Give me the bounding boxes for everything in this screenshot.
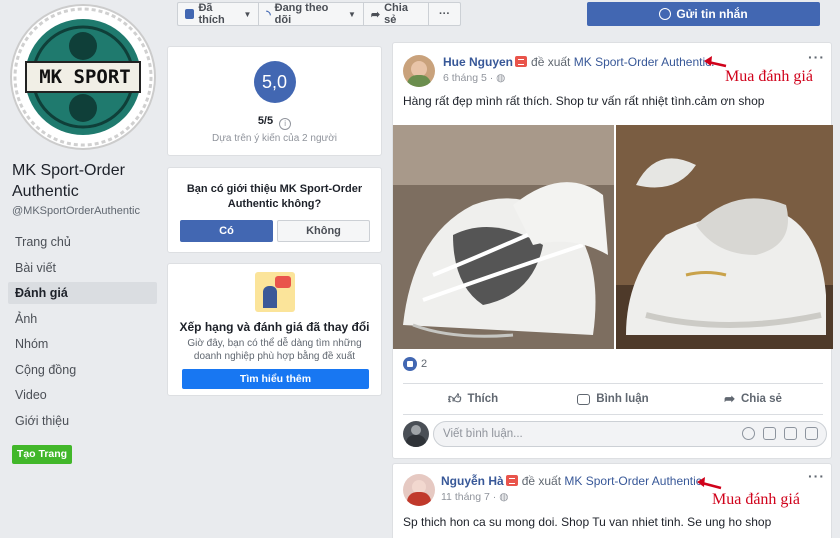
- recommend-no-button[interactable]: Không: [277, 220, 370, 242]
- comment-input[interactable]: Viết bình luận...: [433, 421, 827, 447]
- rating-score-badge: 5,0: [253, 61, 296, 103]
- page-handle[interactable]: @MKSportOrderAuthentic: [12, 205, 140, 217]
- post-meta: 6 tháng 5 · ◍: [443, 72, 506, 84]
- following-label: Đang theo dõi: [274, 2, 329, 26]
- recommend-yes-button[interactable]: Có: [180, 220, 273, 242]
- author-name[interactable]: Nguyễn Hà: [441, 474, 504, 488]
- recommend-card: Bạn có giới thiệu MK Sport-Order Authent…: [167, 167, 382, 253]
- post-meta: 11 tháng 7 · ◍: [441, 491, 509, 503]
- recommend-verb: đề xuất: [531, 55, 571, 69]
- send-message-button[interactable]: Gửi tin nhắn: [587, 2, 820, 26]
- author-name[interactable]: Hue Nguyen: [443, 55, 513, 69]
- share-label: Chia sẻ: [740, 393, 782, 405]
- recommendation-illustration: [254, 272, 295, 312]
- share-button[interactable]: ➦ Chia sẻ: [683, 384, 823, 414]
- thumbs-up-icon: [185, 9, 195, 19]
- post-options-button[interactable]: ···: [808, 468, 825, 484]
- info-icon[interactable]: i: [279, 118, 292, 130]
- recommend-icon: [515, 56, 528, 67]
- nav-item-posts[interactable]: Bài viết: [8, 257, 157, 279]
- page-profile-picture[interactable]: MK SPORT: [10, 4, 156, 150]
- review-photo-1[interactable]: [393, 125, 614, 349]
- post-options-button[interactable]: ···: [808, 49, 825, 65]
- sticker-icon[interactable]: [805, 427, 818, 440]
- reaction-summary[interactable]: 2: [403, 357, 427, 371]
- recommend-icon: [505, 475, 518, 486]
- current-user-avatar[interactable]: [403, 421, 429, 447]
- nav-item-community[interactable]: Cộng đồng: [8, 359, 157, 381]
- share-page-button[interactable]: ➦ Chia sẻ: [364, 2, 429, 26]
- rating-basis: Dựa trên ý kiến của 2 người: [211, 133, 337, 144]
- caret-down-icon: ▼: [243, 9, 252, 19]
- liked-button[interactable]: Đã thích ▼: [178, 2, 260, 26]
- send-message-label: Gửi tin nhắn: [676, 7, 748, 21]
- sneaker-photo: [616, 125, 833, 349]
- nav-item-videos[interactable]: Video: [8, 384, 157, 406]
- page-action-toolbar: Đã thích ▼ ◝ Đang theo dõi ▼ ➦ Chia sẻ ·…: [177, 2, 461, 26]
- nav-item-groups[interactable]: Nhóm: [8, 333, 157, 355]
- post-text: Hàng rất đẹp mình rất thích. Shop tư vấn…: [403, 94, 765, 108]
- nav-item-about[interactable]: Giới thiệu: [8, 410, 157, 432]
- annotation-label: Mua đánh giá: [712, 491, 800, 508]
- comment-button[interactable]: Bình luận: [543, 384, 683, 414]
- post-header: Nguyễn Hà đề xuất MK Sport-Order Authenti…: [441, 474, 705, 488]
- avatar[interactable]: [403, 474, 435, 506]
- logo-text: MK SPORT: [39, 66, 131, 88]
- camera-icon[interactable]: [763, 427, 776, 440]
- nav-item-home[interactable]: Trang chủ: [8, 231, 157, 253]
- page-name[interactable]: MK Sport-Order Authentic: [12, 160, 162, 202]
- post-date[interactable]: 11 tháng 7: [441, 491, 490, 503]
- post-header: Hue Nguyen đề xuất MK Sport-Order Authent…: [443, 55, 714, 69]
- thumbs-up-icon: 👍︎: [447, 391, 462, 406]
- more-button[interactable]: ···: [429, 3, 460, 25]
- learn-more-button[interactable]: Tìm hiểu thêm: [182, 369, 369, 389]
- post-text: Sp thich hon ca su mong doi. Shop Tu van…: [403, 515, 772, 529]
- recommend-verb: đề xuất: [521, 474, 562, 488]
- comment-bubble-icon: [577, 393, 591, 405]
- gif-icon[interactable]: [784, 427, 797, 440]
- nav-item-reviews[interactable]: Đánh giá: [8, 282, 157, 304]
- reaction-count: 2: [421, 358, 428, 370]
- rating-summary-card: 5,0 5/5 i Dựa trên ý kiến của 2 người: [167, 46, 382, 156]
- rating-out-of-text: 5/5: [257, 115, 274, 127]
- globe-icon: ◍: [499, 491, 509, 503]
- annotation-label: Mua đánh giá: [725, 68, 813, 85]
- comment-tools: [742, 427, 818, 440]
- ratings-change-description: Giờ đây, bạn có thể dễ dàng tìm những do…: [187, 338, 362, 362]
- create-page-button[interactable]: Tạo Trang: [12, 445, 72, 464]
- following-button[interactable]: ◝ Đang theo dõi ▼: [259, 2, 364, 26]
- share-label: Chia sẻ: [384, 2, 408, 26]
- like-reaction-icon: [403, 357, 417, 371]
- like-button[interactable]: 👍︎ Thích: [403, 384, 543, 414]
- page-link[interactable]: MK Sport-Order Authentic.: [574, 55, 715, 69]
- liked-label: Đã thích: [198, 2, 225, 26]
- review-photo-2[interactable]: [616, 125, 833, 349]
- ratings-change-title: Xếp hạng và đánh giá đã thay đổi: [179, 320, 370, 334]
- recommend-question: Bạn có giới thiệu MK Sport-Order Authent…: [186, 183, 363, 210]
- post-date[interactable]: 6 tháng 5: [443, 72, 487, 84]
- review-post: Hue Nguyen đề xuất MK Sport-Order Authent…: [392, 42, 833, 459]
- like-label: Thích: [467, 393, 499, 405]
- caret-down-icon: ▼: [347, 9, 356, 19]
- page-link[interactable]: MK Sport-Order Authentic.: [564, 474, 705, 488]
- sneaker-photo: [393, 125, 614, 349]
- share-arrow-icon: ➦: [370, 8, 381, 21]
- rating-out-of: 5/5 i: [168, 115, 381, 130]
- share-arrow-icon: ➦: [724, 391, 735, 406]
- messenger-icon: [659, 8, 672, 20]
- nav-item-photos[interactable]: Ảnh: [8, 308, 157, 330]
- ratings-change-card: Xếp hạng và đánh giá đã thay đổi Giờ đây…: [167, 263, 382, 396]
- avatar[interactable]: [403, 55, 435, 87]
- globe-icon: ◍: [496, 72, 506, 84]
- rss-icon: ◝: [266, 8, 271, 21]
- comment-placeholder: Viết bình luận...: [443, 428, 523, 440]
- emoji-icon[interactable]: [742, 427, 755, 440]
- post-action-bar: 👍︎ Thích Bình luận ➦ Chia sẻ: [403, 383, 823, 415]
- comment-label: Bình luận: [596, 393, 649, 405]
